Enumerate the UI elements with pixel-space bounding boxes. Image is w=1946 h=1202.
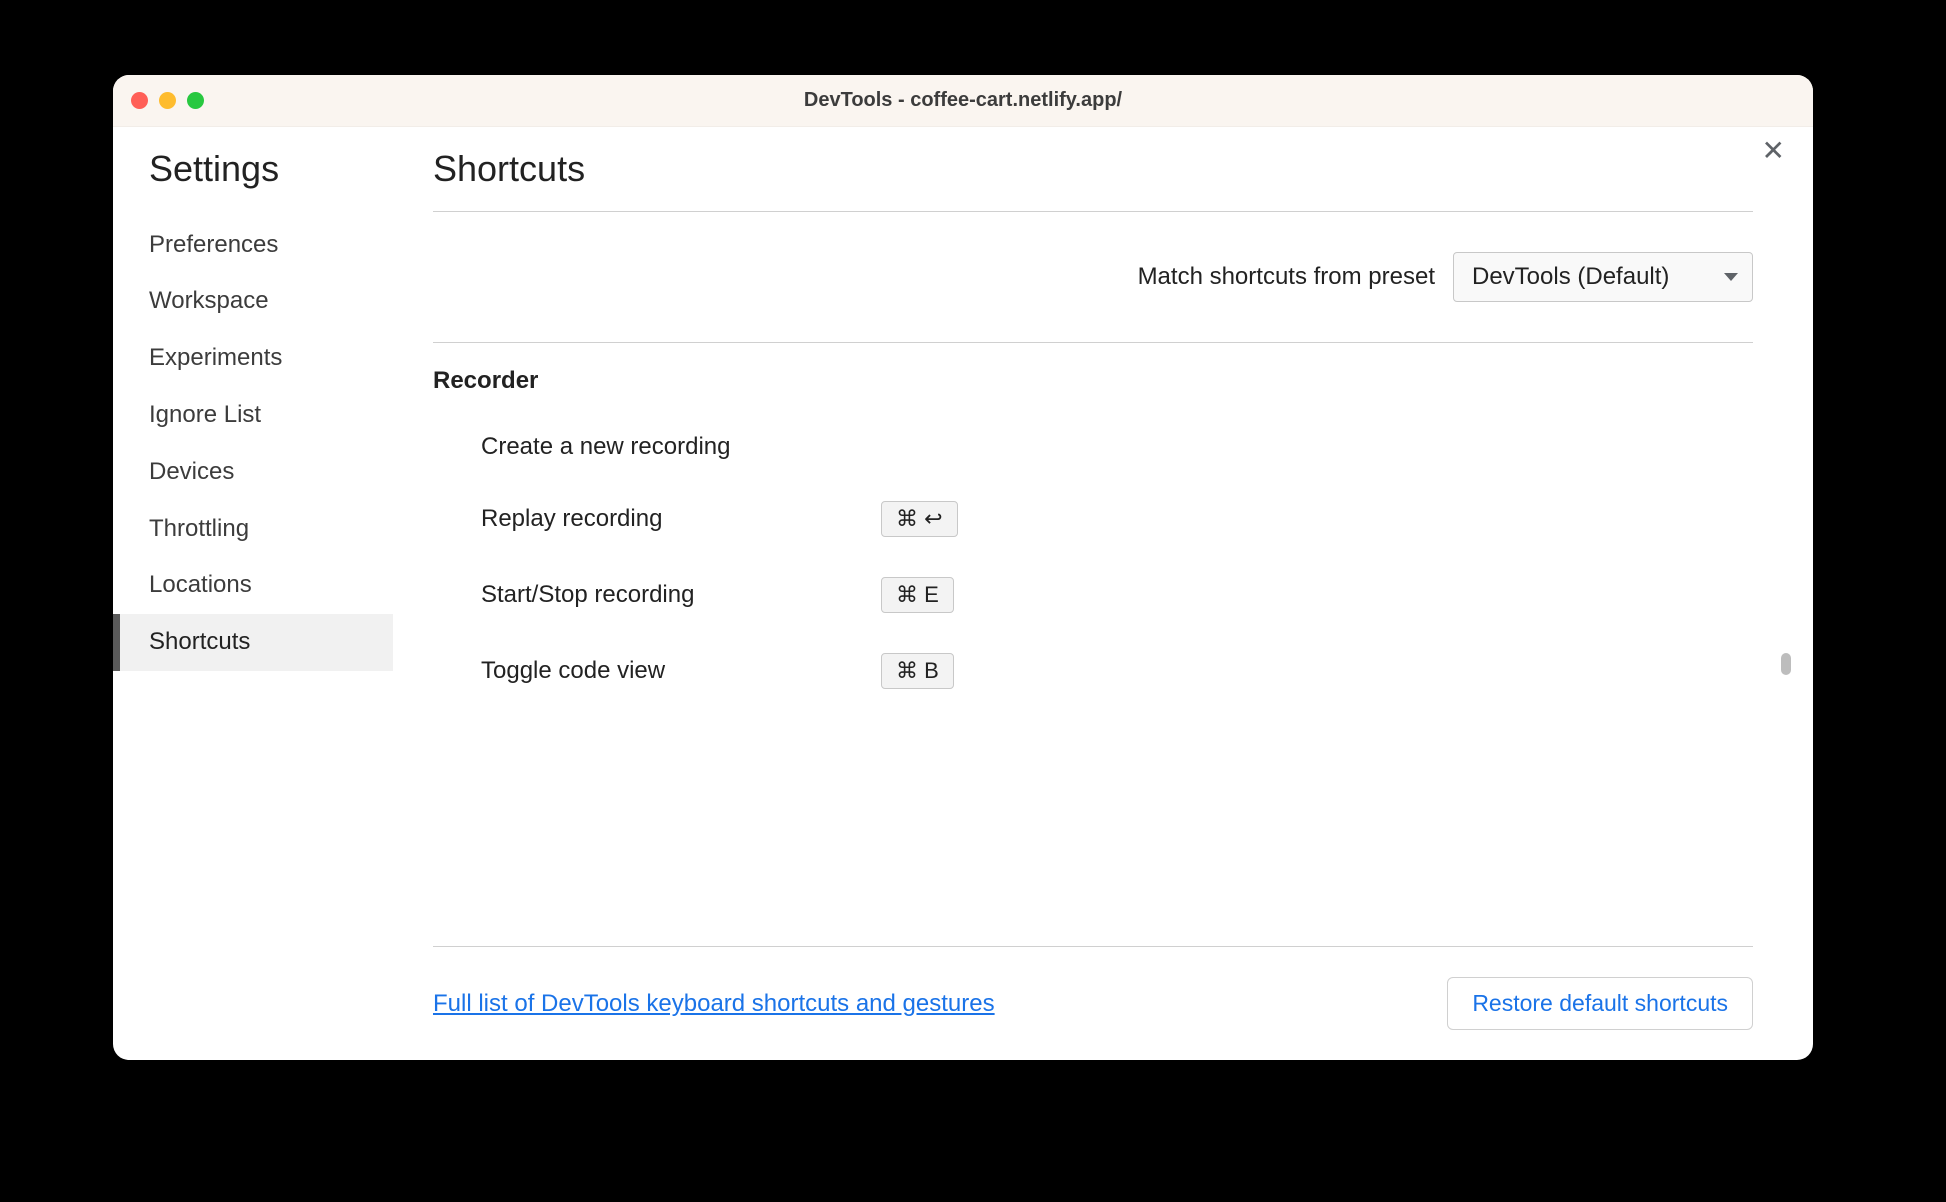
sidebar-item-locations[interactable]: Locations <box>113 557 393 614</box>
shortcut-list: Recorder Create a new recording Replay r… <box>433 342 1753 947</box>
shortcut-row[interactable]: Toggle code view ⌘ B <box>433 633 1753 709</box>
window-titlebar: DevTools - coffee-cart.netlify.app/ <box>113 75 1813 127</box>
shortcut-label: Start/Stop recording <box>481 581 881 609</box>
footer: Full list of DevTools keyboard shortcuts… <box>433 947 1753 1030</box>
chevron-down-icon <box>1724 273 1738 281</box>
shortcut-label: Create a new recording <box>481 433 881 461</box>
sidebar-title: Settings <box>113 149 393 189</box>
window-zoom-button[interactable] <box>187 92 204 109</box>
sidebar-item-experiments[interactable]: Experiments <box>113 330 393 387</box>
window-close-button[interactable] <box>131 92 148 109</box>
devtools-window: DevTools - coffee-cart.netlify.app/ Sett… <box>113 75 1813 1060</box>
preset-label: Match shortcuts from preset <box>1138 263 1435 291</box>
shortcut-row[interactable]: Replay recording ⌘ ↩ <box>433 481 1753 557</box>
keycap: ⌘ E <box>881 577 954 613</box>
scrollbar-thumb[interactable] <box>1781 653 1791 675</box>
window-minimize-button[interactable] <box>159 92 176 109</box>
shortcut-row[interactable]: Start/Stop recording ⌘ E <box>433 557 1753 633</box>
preset-select-value: DevTools (Default) <box>1472 263 1669 291</box>
main-panel: ✕ Shortcuts Match shortcuts from preset … <box>393 127 1813 1060</box>
close-icon[interactable]: ✕ <box>1762 137 1785 165</box>
keycap: ⌘ B <box>881 653 954 689</box>
traffic-lights <box>131 92 204 109</box>
shortcut-label: Toggle code view <box>481 657 881 685</box>
keycap: ⌘ ↩ <box>881 501 958 537</box>
body-area: Settings Preferences Workspace Experimen… <box>113 127 1813 1060</box>
window-title: DevTools - coffee-cart.netlify.app/ <box>113 89 1813 112</box>
sidebar-item-ignore-list[interactable]: Ignore List <box>113 387 393 444</box>
preset-row: Match shortcuts from preset DevTools (De… <box>433 212 1753 342</box>
preset-select[interactable]: DevTools (Default) <box>1453 252 1753 302</box>
page-title: Shortcuts <box>433 149 1753 189</box>
sidebar-item-throttling[interactable]: Throttling <box>113 501 393 558</box>
section-header-recorder: Recorder <box>433 343 1753 413</box>
sidebar-item-devices[interactable]: Devices <box>113 444 393 501</box>
full-shortcuts-link[interactable]: Full list of DevTools keyboard shortcuts… <box>433 990 995 1018</box>
sidebar-item-shortcuts[interactable]: Shortcuts <box>113 614 393 671</box>
shortcut-label: Replay recording <box>481 505 881 533</box>
restore-defaults-button[interactable]: Restore default shortcuts <box>1447 977 1753 1030</box>
sidebar-item-preferences[interactable]: Preferences <box>113 217 393 274</box>
settings-sidebar: Settings Preferences Workspace Experimen… <box>113 127 393 1060</box>
sidebar-item-workspace[interactable]: Workspace <box>113 273 393 330</box>
shortcut-row[interactable]: Create a new recording <box>433 413 1753 481</box>
